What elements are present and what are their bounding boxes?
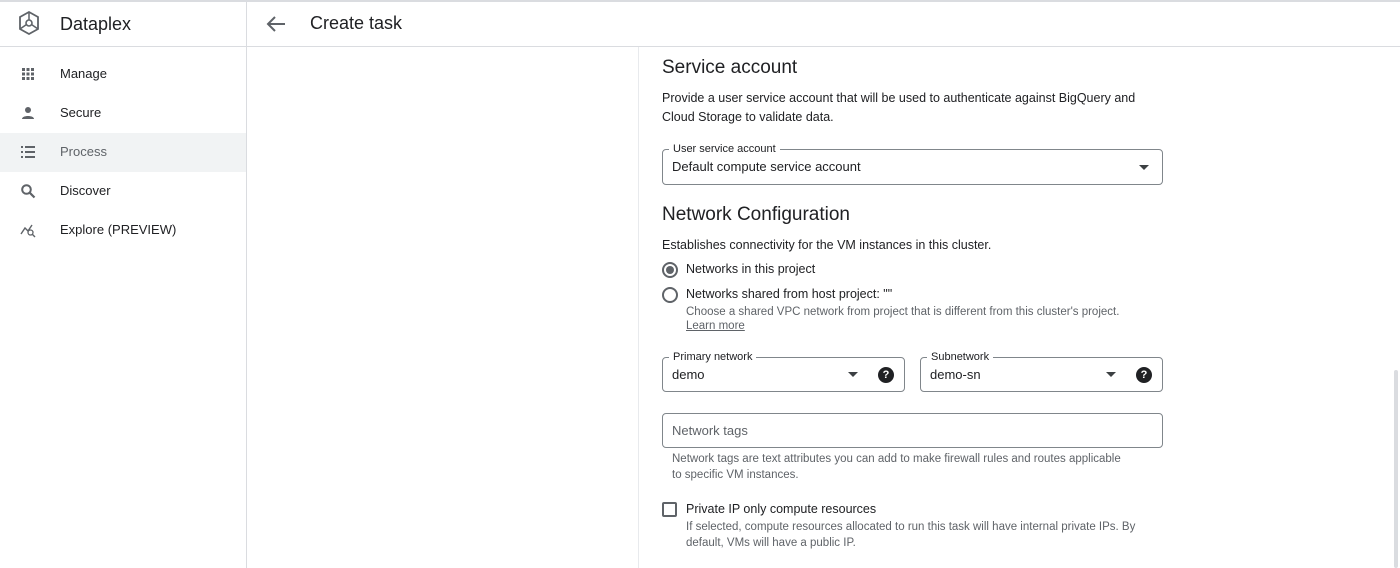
service-account-description-1: Provide a user service account that will… bbox=[662, 91, 1136, 105]
learn-more-link[interactable]: Learn more bbox=[686, 320, 745, 332]
user-service-account-label: User service account bbox=[669, 142, 780, 156]
help-icon[interactable]: ? bbox=[1136, 367, 1152, 383]
grid-icon bbox=[22, 68, 34, 80]
sidebar: Dataplex Manage Secure Process Discover … bbox=[0, 2, 247, 568]
primary-network-label: Primary network bbox=[669, 350, 757, 364]
page-header: Create task bbox=[247, 2, 1400, 47]
networks-in-project-label: Networks in this project bbox=[686, 262, 816, 276]
subnetwork-select[interactable]: Subnetwork demo-sn ? bbox=[920, 350, 1163, 392]
sidebar-item-label: Manage bbox=[60, 66, 107, 81]
dropdown-arrow-icon bbox=[1106, 372, 1116, 377]
app-name: Dataplex bbox=[60, 14, 132, 34]
sidebar-item-manage[interactable]: Manage bbox=[0, 55, 246, 94]
help-icon[interactable]: ? bbox=[878, 367, 894, 383]
shared-network-helper: Choose a shared VPC network from project… bbox=[686, 306, 1120, 318]
networks-shared-radio[interactable] bbox=[662, 287, 678, 303]
networks-in-project-radio[interactable] bbox=[662, 262, 678, 278]
dataplex-logo-icon bbox=[19, 10, 39, 36]
primary-network-select[interactable]: Primary network demo ? bbox=[662, 350, 905, 392]
networks-shared-label: Networks shared from host project: "" bbox=[686, 287, 893, 301]
network-description: Establishes connectivity for the VM inst… bbox=[662, 238, 992, 252]
private-ip-helper-2: default, VMs will have a public IP. bbox=[686, 537, 856, 549]
network-configuration-title: Network Configuration bbox=[662, 204, 850, 225]
search-icon bbox=[21, 184, 36, 199]
sidebar-item-label: Secure bbox=[60, 105, 102, 120]
service-account-title: Service account bbox=[662, 57, 798, 78]
private-ip-label: Private IP only compute resources bbox=[686, 502, 877, 516]
explore-icon bbox=[20, 224, 36, 238]
subnetwork-value: demo-sn bbox=[930, 367, 981, 382]
sidebar-item-label: Explore (PREVIEW) bbox=[60, 222, 177, 237]
page-title: Create task bbox=[310, 13, 403, 33]
subnetwork-label: Subnetwork bbox=[927, 350, 994, 364]
network-tags-helper-2: to specific VM instances. bbox=[672, 469, 799, 481]
scrollbar[interactable] bbox=[1394, 370, 1398, 568]
service-account-description-2: Cloud Storage to validate data. bbox=[662, 110, 834, 124]
user-service-account-value: Default compute service account bbox=[672, 159, 861, 174]
sidebar-item-label: Discover bbox=[60, 183, 111, 198]
primary-network-value: demo bbox=[672, 367, 705, 382]
network-tags-input[interactable]: Network tags bbox=[662, 413, 1163, 448]
private-ip-checkbox[interactable] bbox=[662, 502, 677, 517]
content-divider bbox=[638, 47, 639, 568]
sidebar-item-process[interactable]: Process bbox=[0, 133, 246, 172]
person-icon bbox=[22, 107, 34, 119]
network-tags-placeholder: Network tags bbox=[672, 423, 748, 438]
dropdown-arrow-icon bbox=[1139, 165, 1149, 170]
user-service-account-select[interactable]: User service account Default compute ser… bbox=[662, 142, 1163, 185]
dropdown-arrow-icon bbox=[848, 372, 858, 377]
private-ip-helper-1: If selected, compute resources allocated… bbox=[686, 521, 1136, 533]
sidebar-item-discover[interactable]: Discover bbox=[0, 172, 246, 211]
sidebar-item-secure[interactable]: Secure bbox=[0, 94, 246, 133]
brand: Dataplex bbox=[0, 2, 247, 47]
sidebar-item-explore[interactable]: Explore (PREVIEW) bbox=[0, 211, 246, 250]
list-icon bbox=[21, 146, 35, 158]
sidebar-item-label: Process bbox=[60, 144, 107, 159]
arrow-back-icon[interactable] bbox=[265, 13, 287, 35]
network-tags-helper-1: Network tags are text attributes you can… bbox=[672, 453, 1121, 465]
